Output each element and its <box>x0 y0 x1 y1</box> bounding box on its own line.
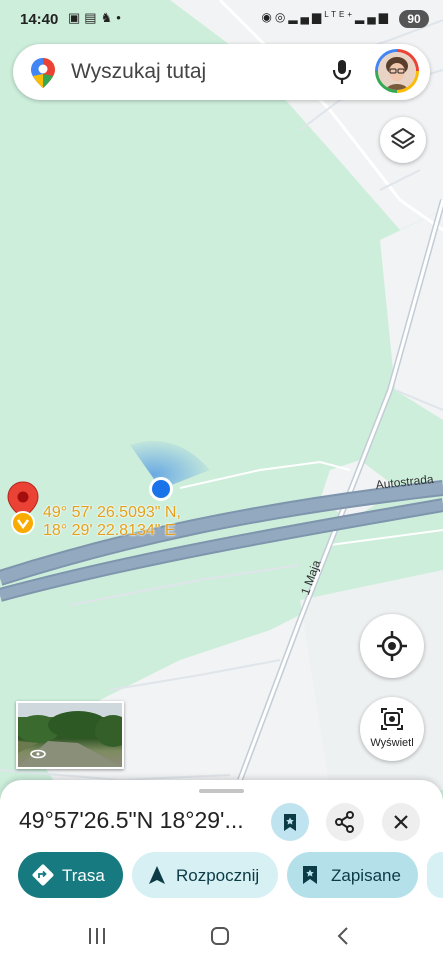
status-right-icons: ◉◎▂▄▆LTE+▂▄▆ <box>261 10 391 24</box>
pin-coordinates-label: 49° 57' 26.5093" N, 18° 29' 22.8134" E <box>43 504 181 540</box>
street-view-thumbnail[interactable] <box>16 701 124 769</box>
my-location-button[interactable] <box>360 614 424 678</box>
share-icon <box>335 811 354 833</box>
avatar[interactable] <box>375 49 419 93</box>
recents-icon[interactable] <box>86 925 108 947</box>
dot-icon: • <box>116 10 125 25</box>
lens-button-label: Wyświetl <box>370 737 414 749</box>
status-time: 14:40 <box>20 11 59 28</box>
signal-icon-2: ▂▄▆ <box>355 10 391 24</box>
network-type: LTE+ <box>324 10 356 19</box>
start-label: Rozpocznij <box>176 866 260 885</box>
search-input[interactable]: Wyszukaj tutaj <box>71 60 206 84</box>
my-location-dot <box>152 480 170 498</box>
screenshot-icon: ▣ <box>68 10 85 25</box>
layers-icon <box>391 128 415 149</box>
place-sheet[interactable]: 49°57'26.5"N 18°29'... Trasa Rozpocznij … <box>0 780 443 915</box>
sheet-drag-handle[interactable] <box>199 789 244 793</box>
close-icon <box>394 815 408 829</box>
system-nav-bar <box>0 915 443 960</box>
horse-icon: ♞ <box>100 10 117 25</box>
back-icon[interactable] <box>333 925 355 947</box>
more-actions-pill[interactable] <box>427 852 443 898</box>
status-left-icons: ▣▤♞• <box>68 10 125 26</box>
share-button[interactable] <box>326 803 364 841</box>
mic-icon[interactable] <box>330 58 354 91</box>
lens-camera-icon <box>381 708 403 730</box>
battery-badge: 90 <box>399 10 429 28</box>
gallery-icon: ▤ <box>84 10 101 25</box>
start-navigation-button[interactable]: Rozpocznij <box>132 852 278 898</box>
crosshair-icon <box>377 631 407 661</box>
search-bar[interactable]: Wyszukaj tutaj <box>13 44 430 100</box>
coords-line-lat: 49° 57' 26.5093" N, <box>43 504 181 521</box>
directions-button[interactable]: Trasa <box>18 852 123 898</box>
signal-icon: ▂▄▆ <box>288 10 325 24</box>
navigation-arrow-icon <box>149 866 165 884</box>
save-place-button[interactable] <box>271 803 309 841</box>
home-icon[interactable] <box>209 925 231 947</box>
location-icon: ◉ <box>261 10 275 24</box>
close-button[interactable] <box>382 803 420 841</box>
street-view-image <box>18 703 122 767</box>
bookmark-icon <box>303 866 317 884</box>
maps-pin-icon <box>30 57 56 94</box>
place-title: 49°57'26.5"N 18°29'... <box>19 807 244 833</box>
coords-line-lon: 18° 29' 22.8134" E <box>43 522 176 539</box>
saved-label: Zapisane <box>331 866 401 885</box>
directions-icon <box>32 864 54 886</box>
status-bar: 14:40 ▣▤♞• ◉◎▂▄▆LTE+▂▄▆ 90 <box>0 0 443 40</box>
directions-label: Trasa <box>62 866 105 885</box>
map-view[interactable]: Autostrada 1 Maja 49° 57' 26.5093" N, 18… <box>0 0 443 790</box>
saved-button[interactable]: Zapisane <box>287 852 418 898</box>
layers-button[interactable] <box>380 117 426 163</box>
lens-view-button[interactable]: Wyświetl <box>360 697 424 761</box>
bookmark-icon <box>284 814 296 831</box>
hotspot-icon: ◎ <box>274 10 289 24</box>
